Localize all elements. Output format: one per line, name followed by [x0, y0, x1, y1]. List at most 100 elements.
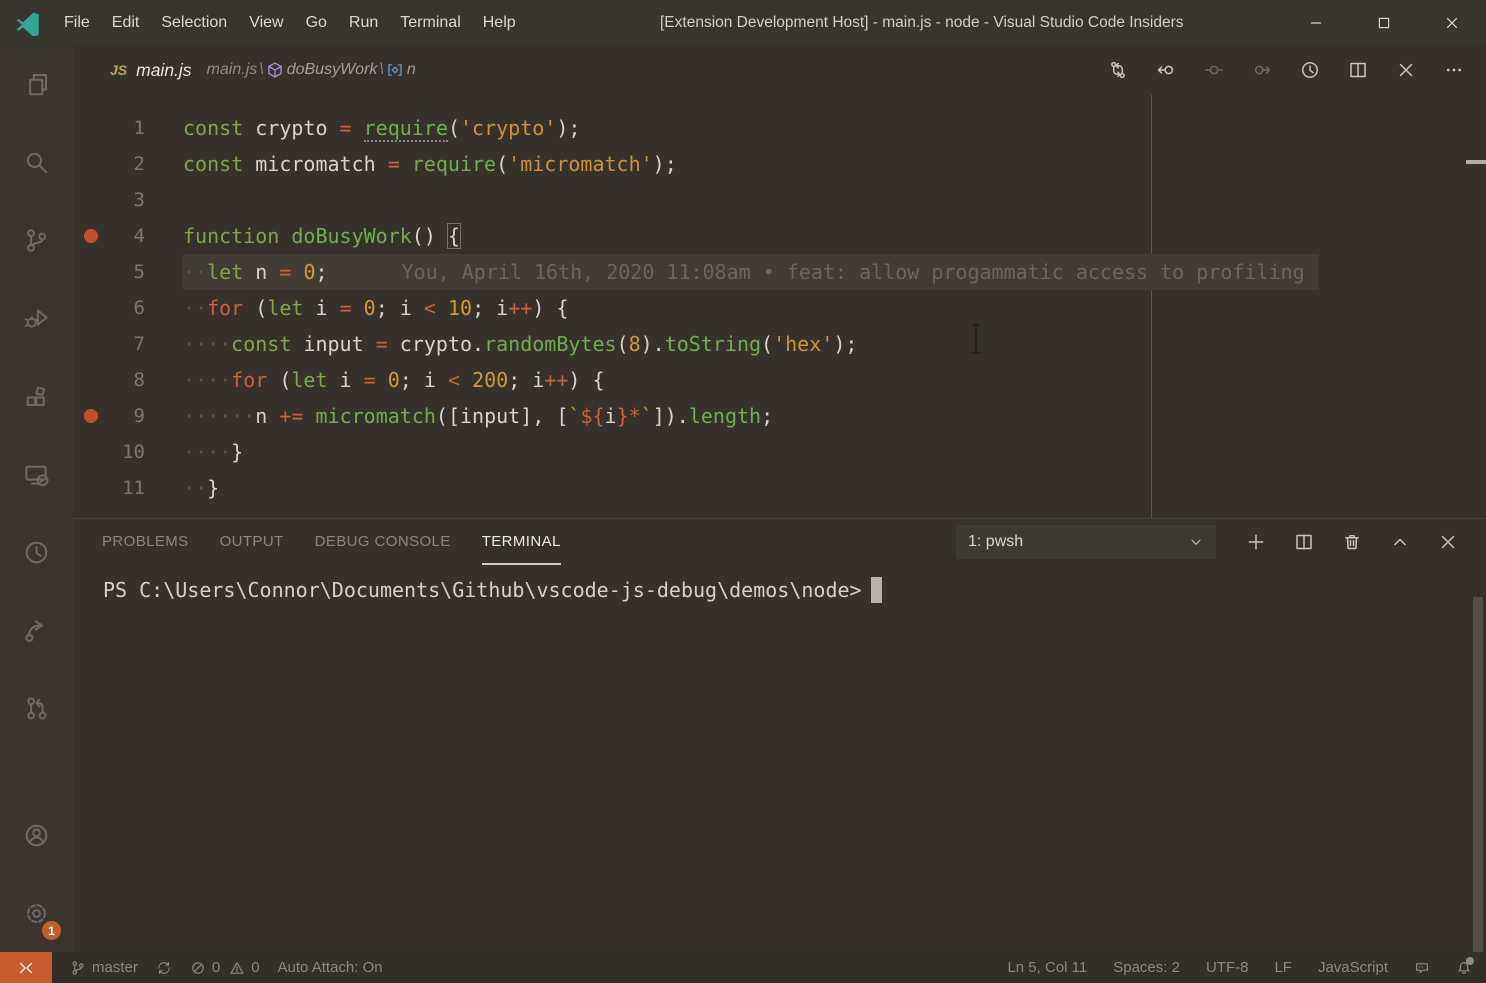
status-git-branch[interactable]: master — [70, 959, 138, 976]
gutter-line-10[interactable]: 10 — [73, 434, 183, 470]
activity-item-live-share[interactable] — [0, 591, 73, 669]
breadcrumb-separator: \ — [379, 61, 383, 79]
terminal-prompt-line: PS C:\Users\Connor\Documents\Github\vsco… — [103, 575, 1486, 605]
panel-tab-debug-console[interactable]: DEBUG CONSOLE — [315, 519, 451, 565]
breadcrumb-item-main.js[interactable]: main.js — [207, 61, 258, 79]
profile-button[interactable] — [1286, 52, 1334, 88]
menu-help[interactable]: Help — [472, 0, 527, 45]
code-line-9: 9······n += micromatch([input], [`${i}*`… — [73, 398, 1486, 434]
code-editor[interactable]: 1const crypto = require('crypto');2const… — [73, 95, 1486, 518]
activity-item-run-debug[interactable] — [0, 279, 73, 357]
line-text[interactable]: ··for (let i = 0; i < 10; i++) { — [183, 290, 582, 326]
activity-item-extensions[interactable] — [0, 357, 73, 435]
activity-item-explorer[interactable] — [0, 45, 73, 123]
panel-tab-terminal[interactable]: TERMINAL — [482, 519, 561, 565]
breadcrumb-label: doBusyWork — [287, 61, 378, 79]
more-icon — [1444, 60, 1464, 80]
gutter-line-5[interactable]: 5 — [73, 254, 183, 290]
status-cursor-position[interactable]: Ln 5, Col 11 — [1007, 959, 1087, 976]
maximize-panel-button[interactable] — [1376, 524, 1424, 560]
terminal-scrollbar[interactable] — [1473, 597, 1483, 953]
line-text[interactable]: ····} — [183, 434, 257, 470]
gutter-line-4[interactable]: 4 — [73, 218, 183, 254]
line-text[interactable] — [183, 182, 197, 218]
status-notifications[interactable] — [1456, 960, 1472, 976]
activity-item-source-control[interactable] — [0, 201, 73, 279]
code-line-1: 1const crypto = require('crypto'); — [73, 110, 1486, 146]
activity-item-pull-requests[interactable] — [0, 669, 73, 747]
activity-item-remote-explorer[interactable] — [0, 435, 73, 513]
menu-file[interactable]: File — [53, 0, 101, 45]
line-text[interactable]: const crypto = require('crypto'); — [183, 110, 594, 146]
kill-terminal-button[interactable] — [1328, 524, 1376, 560]
line-text[interactable]: ··} — [183, 470, 233, 506]
terminal[interactable]: PS C:\Users\Connor\Documents\Github\vsco… — [73, 565, 1486, 952]
status-auto-attach[interactable]: Auto Attach: On — [278, 959, 383, 976]
editor-tab-filename[interactable]: main.js — [136, 60, 191, 81]
terminal-prompt: PS C:\Users\Connor\Documents\Github\vsco… — [103, 578, 862, 602]
step-forward-button[interactable] — [1238, 52, 1286, 88]
split-editor-button[interactable] — [1334, 52, 1382, 88]
panel-tab-problems[interactable]: PROBLEMS — [102, 519, 189, 565]
status-eol[interactable]: LF — [1274, 959, 1292, 976]
compare-changes-button[interactable] — [1094, 52, 1142, 88]
new-terminal-button[interactable] — [1232, 524, 1280, 560]
menu-bar: FileEditSelectionViewGoRunTerminalHelp — [53, 0, 527, 45]
status-sync[interactable] — [156, 960, 172, 976]
gutter-line-2[interactable]: 2 — [73, 146, 183, 182]
step-back-button[interactable] — [1142, 52, 1190, 88]
gutter-line-8[interactable]: 8 — [73, 362, 183, 398]
line-number: 5 — [134, 254, 145, 290]
status-errors[interactable]: 0 — [190, 959, 220, 976]
status-indentation[interactable]: Spaces: 2 — [1113, 959, 1180, 976]
close-window-button[interactable] — [1418, 0, 1486, 45]
activity-item-profile[interactable] — [0, 513, 73, 591]
menu-terminal[interactable]: Terminal — [389, 0, 471, 45]
minimize-icon — [1308, 15, 1324, 31]
breadcrumb-item-n[interactable]: n — [386, 61, 416, 79]
compare-changes-icon — [1108, 60, 1128, 80]
activity-item-accounts[interactable] — [0, 796, 73, 874]
status-eol-label: LF — [1274, 959, 1292, 976]
split-terminal-button[interactable] — [1280, 524, 1328, 560]
line-text[interactable]: ··let n = 0;You, April 16th, 2020 11:08a… — [183, 254, 1319, 290]
line-text[interactable]: ····const input = crypto.randomBytes(8).… — [183, 326, 871, 362]
line-number: 8 — [134, 362, 145, 398]
line-text[interactable]: const micromatch = require('micromatch')… — [183, 146, 691, 182]
profile-icon — [1300, 60, 1320, 80]
line-text[interactable]: ······n += micromatch([input], [`${i}*`]… — [183, 398, 787, 434]
gutter-line-6[interactable]: 6 — [73, 290, 183, 326]
status-warnings[interactable]: 0 — [229, 959, 259, 976]
breakpoint-icon[interactable] — [84, 409, 98, 423]
gutter-line-11[interactable]: 11 — [73, 470, 183, 506]
activity-item-settings[interactable]: 1 — [0, 874, 73, 952]
gutter-line-9[interactable]: 9 — [73, 398, 183, 434]
terminal-select[interactable]: 1: pwsh — [956, 525, 1216, 559]
breadcrumb-item-doBusyWork[interactable]: doBusyWork — [266, 61, 378, 79]
git-branch-icon — [23, 227, 50, 254]
menu-edit[interactable]: Edit — [101, 0, 151, 45]
gutter-line-3[interactable]: 3 — [73, 182, 183, 218]
maximize-button[interactable] — [1350, 0, 1418, 45]
status-feedback[interactable] — [1414, 960, 1430, 976]
gutter-line-7[interactable]: 7 — [73, 326, 183, 362]
close-panel-button[interactable] — [1424, 524, 1472, 560]
gutter-line-1[interactable]: 1 — [73, 110, 183, 146]
activity-item-search[interactable] — [0, 123, 73, 201]
step-over-button[interactable] — [1190, 52, 1238, 88]
line-text[interactable]: function doBusyWork() { — [183, 218, 474, 254]
status-language[interactable]: JavaScript — [1318, 959, 1388, 976]
close-editor-button[interactable] — [1382, 52, 1430, 88]
menu-view[interactable]: View — [238, 0, 294, 45]
menu-go[interactable]: Go — [295, 0, 338, 45]
line-text[interactable]: ····for (let i = 0; i < 200; i++) { — [183, 362, 619, 398]
minimize-button[interactable] — [1282, 0, 1350, 45]
panel-tab-output[interactable]: OUTPUT — [220, 519, 284, 565]
code-line-10: 10····} — [73, 434, 1486, 470]
status-encoding[interactable]: UTF-8 — [1206, 959, 1249, 976]
menu-run[interactable]: Run — [338, 0, 389, 45]
more-actions-button[interactable] — [1430, 52, 1478, 88]
remote-indicator[interactable] — [0, 952, 52, 983]
menu-selection[interactable]: Selection — [150, 0, 238, 45]
breakpoint-icon[interactable] — [84, 229, 98, 243]
